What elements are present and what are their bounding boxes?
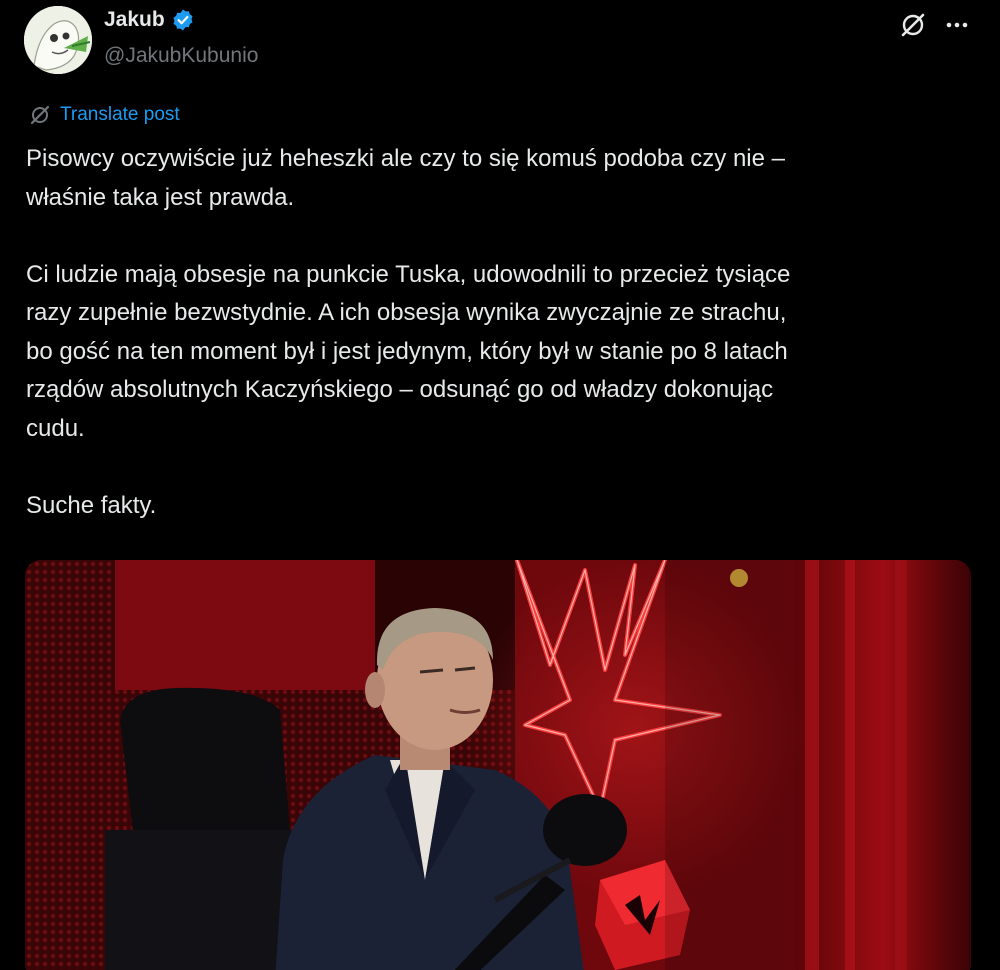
post: Jakub @JakubKubunio Translate post Pisow… <box>0 0 1000 970</box>
more-button[interactable] <box>942 10 972 40</box>
translate-post-label[interactable]: Translate post <box>60 104 180 126</box>
author-display-name[interactable]: Jakub <box>104 8 165 32</box>
post-media-video[interactable] <box>25 560 971 970</box>
video-thumbnail <box>25 560 971 970</box>
avatar[interactable] <box>24 6 92 74</box>
post-paragraph: Pisowcy oczywiście już heheszki ale czy … <box>26 145 785 211</box>
grok-icon <box>901 13 925 37</box>
post-text: Pisowcy oczywiście już heheszki ale czy … <box>26 140 976 564</box>
author-handle[interactable]: @JakubKubunio <box>104 44 258 68</box>
avatar-image <box>24 6 92 74</box>
post-paragraph: Ci ludzie mają obsesje na punkcie Tuska,… <box>26 260 791 442</box>
post-paragraph: Suche fakty. <box>26 491 157 519</box>
translate-post-link[interactable]: Translate post <box>28 103 180 127</box>
more-horizontal-icon <box>946 22 968 28</box>
verified-badge-icon <box>173 9 193 31</box>
translate-icon <box>30 105 50 125</box>
author-name-row[interactable]: Jakub <box>104 8 195 32</box>
grok-button[interactable] <box>898 10 928 40</box>
